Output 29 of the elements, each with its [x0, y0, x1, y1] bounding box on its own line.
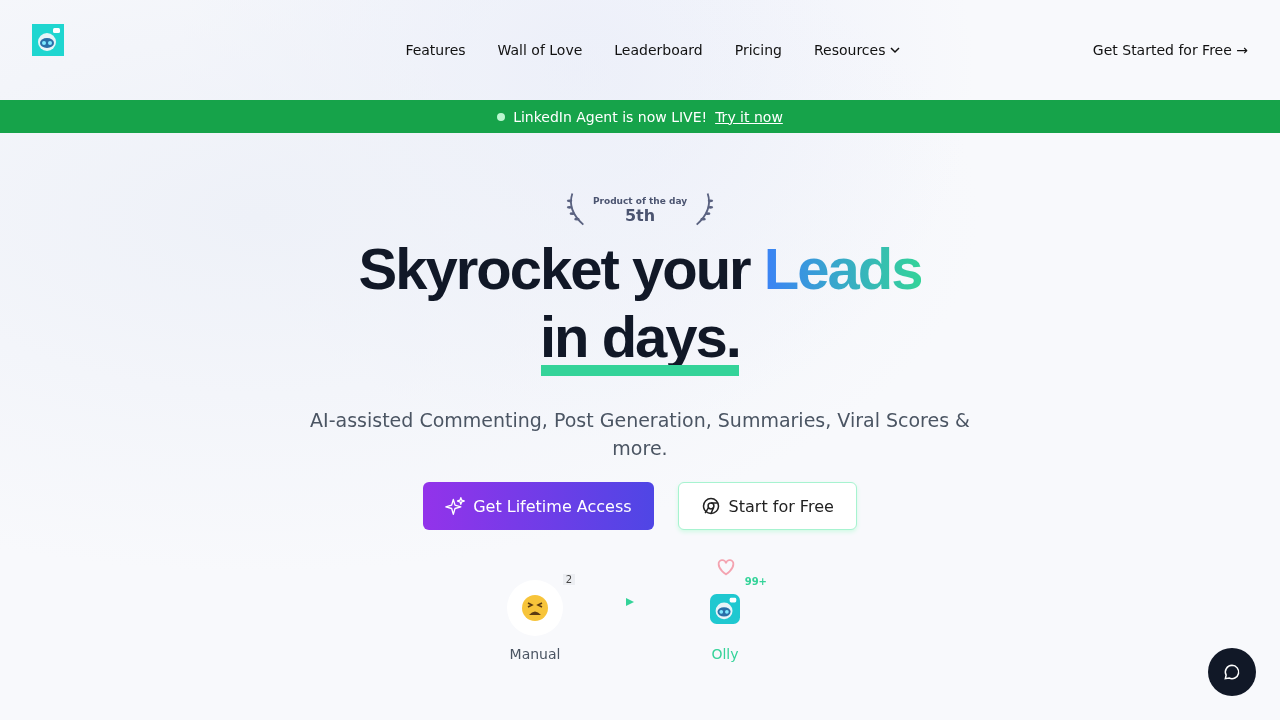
nav-link[interactable]: Leaderboard — [614, 42, 703, 58]
chevron-down-icon — [889, 44, 902, 56]
banner-text: LinkedIn Agent is now LIVE! — [513, 108, 708, 125]
nav-link[interactable]: Resources — [813, 42, 902, 58]
headline-text: in days. — [540, 305, 740, 369]
nav-link[interactable]: Features — [405, 42, 466, 58]
tired-face-icon — [521, 594, 549, 622]
chat-bubble-icon — [1222, 662, 1242, 682]
subtitle: AI-assisted Commenting, Post Generation, Summaries, Viral Scores & more. — [309, 408, 971, 461]
comparison-label: Manual — [509, 646, 561, 662]
robot-logo-icon[interactable] — [32, 24, 64, 56]
lifetime-access-button[interactable]: Get Lifetime Access — [423, 482, 654, 530]
sparkle-icon — [445, 496, 466, 516]
comparison-label: Olly — [711, 646, 739, 662]
chrome-icon — [700, 496, 721, 516]
count-badge: 2 — [562, 574, 575, 585]
get-started-link[interactable]: Get Started for Free → — [1092, 42, 1248, 58]
robot-icon — [710, 594, 740, 624]
award-title: Product of the day — [592, 195, 688, 206]
start-free-button[interactable]: Start for Free — [677, 482, 857, 530]
nav-link[interactable]: Pricing — [734, 42, 782, 58]
headline-text: Skyrocket your — [358, 236, 752, 301]
award-rank: 5th — [624, 205, 656, 225]
nav-link[interactable]: Wall of Love — [497, 42, 583, 58]
chat-button[interactable] — [1208, 648, 1256, 696]
play-arrow-icon — [625, 597, 635, 607]
heart-icon — [715, 556, 737, 578]
status-dot — [497, 112, 506, 121]
like-count: 99+ — [744, 576, 767, 587]
